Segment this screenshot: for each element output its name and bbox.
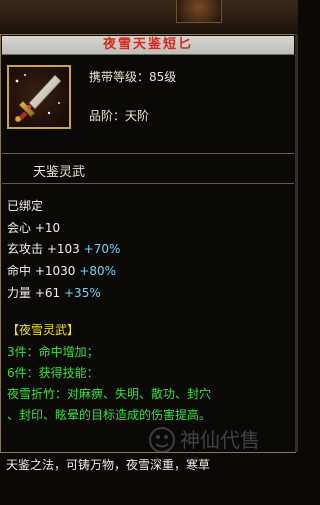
stat-bonus: +80% [79,264,116,278]
stat-row: 命中 +1030 +80% [7,262,116,279]
stat-bonus: +35% [64,286,101,300]
item-name: 夜雪天鉴短匕 [2,36,294,55]
watermark: 神仙代售 [146,420,286,460]
stat-row: 会心 +10 [7,219,60,236]
stat-value: +103 [46,242,80,256]
set-title: 【夜雪灵武】 [7,323,80,337]
watermark-logo-icon: 神仙代售 [149,427,260,453]
stat-name: 玄攻击 [7,242,44,256]
background-frame [0,0,298,34]
item-icon-frame [7,65,71,129]
svg-text:神仙代售: 神仙代售 [180,428,260,452]
stat-bonus: +70% [83,242,121,256]
stat-row: 力量 +61 +35% [7,284,101,301]
stat-name: 命中 [7,264,32,278]
divider [2,183,294,184]
carry-level: 携带等级：85级 [89,70,177,84]
stat-name: 力量 [7,286,32,300]
divider [2,153,294,154]
stat-name: 会心 [7,221,32,235]
set-skill-line: 夜雪折竹：对麻痹、失明、散功、封穴 [7,387,212,401]
item-grade: 品阶：天阶 [89,109,150,123]
binding-status: 已绑定 [7,199,44,213]
equipment-slot-ornament [176,0,222,23]
set-bonus-6: 6件：获得技能： [7,366,99,380]
stat-row: 玄攻击 +103 +70% [7,240,120,257]
set-bonus-3: 3件：命中增加； [7,345,99,359]
stat-value: +10 [34,221,61,235]
item-category: 天鉴灵武 [33,165,86,180]
stat-value: +61 [34,286,61,300]
dagger-icon [14,74,62,123]
stat-value: +1030 [34,264,76,278]
scrollbar[interactable] [295,34,298,452]
